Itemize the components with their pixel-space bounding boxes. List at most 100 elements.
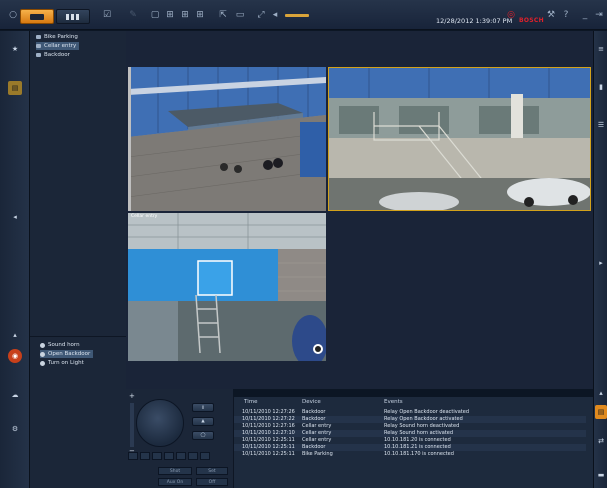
focus-button[interactable]: ⦀ bbox=[192, 403, 214, 412]
expand-panel-icon[interactable]: ▸ bbox=[595, 257, 607, 269]
volume-slider[interactable] bbox=[285, 14, 309, 17]
event-log-tab-icon[interactable]: ▤ bbox=[595, 405, 607, 419]
camera-icon bbox=[36, 44, 41, 48]
datetime-display: 12/28/2012 1:39:07 PM bbox=[436, 17, 513, 25]
circle-icon: ◯ bbox=[200, 433, 206, 438]
exit-icon[interactable]: ⇥ bbox=[594, 10, 604, 20]
relay-icon bbox=[40, 351, 45, 357]
preset-button[interactable] bbox=[188, 452, 198, 460]
menu-dot-icon[interactable]: ○ bbox=[8, 10, 18, 20]
table-row[interactable]: 10/11/2010 12:27:10 Cellar entry Relay S… bbox=[234, 430, 586, 437]
row-device: Cellar entry bbox=[302, 430, 332, 436]
row-event: 10.10.181.20 is connected bbox=[384, 437, 451, 443]
left-tool-strip: ★ ▤ ◂ ▴ ◉ ☁ ⚙ bbox=[0, 31, 30, 488]
right-tool-strip: ≡ ▮ ☰ ▸ ▴ ▤ ⇄ ▬ bbox=[593, 31, 607, 488]
layout-3x3-icon[interactable]: ⊞ bbox=[180, 10, 190, 20]
panel-splitter-icon[interactable]: ▴ bbox=[595, 387, 607, 399]
preset-button[interactable] bbox=[152, 452, 162, 460]
relay-icon bbox=[40, 360, 45, 366]
column-header-device[interactable]: Device bbox=[302, 397, 321, 407]
row-event: Relay Sound horn activated bbox=[384, 430, 454, 436]
row-device: Backdoor bbox=[302, 444, 326, 450]
aux-on-button[interactable]: Aux On bbox=[158, 478, 192, 486]
shot-button[interactable]: Shot bbox=[158, 467, 192, 475]
tree-item[interactable]: Bike Parking bbox=[36, 33, 78, 41]
map-tab-icon[interactable]: ☁ bbox=[9, 389, 21, 401]
checkbox-icon[interactable]: ☑ bbox=[102, 10, 112, 20]
relay-item-label: Sound horn bbox=[48, 342, 80, 348]
iris-button[interactable]: ▲ bbox=[192, 417, 214, 426]
image-pane-area: Cellar entry bbox=[126, 31, 593, 389]
table-row[interactable]: 10/11/2010 12:27:16 Cellar entry Relay S… bbox=[234, 423, 586, 430]
layout-4x4-icon[interactable]: ⊞ bbox=[195, 10, 205, 20]
row-time: 10/11/2010 12:25:11 bbox=[242, 451, 295, 457]
playback-mode-button[interactable] bbox=[56, 9, 90, 24]
camera-tree-tab-icon[interactable]: ▤ bbox=[8, 81, 22, 95]
relay-icon bbox=[40, 342, 45, 348]
tree-item[interactable]: Backdoor bbox=[36, 51, 70, 59]
relay-tab-icon[interactable]: ◉ bbox=[8, 349, 22, 363]
preset-button[interactable] bbox=[164, 452, 174, 460]
layout-2x2-icon[interactable]: ⊞ bbox=[165, 10, 175, 20]
pen-icon[interactable]: ✎ bbox=[128, 10, 138, 20]
screen-icon[interactable]: ▭ bbox=[235, 10, 245, 20]
preset-button[interactable] bbox=[140, 452, 150, 460]
relay-item[interactable]: Sound horn bbox=[40, 341, 80, 349]
row-event: Relay Open Backdoor activated bbox=[384, 416, 463, 422]
focus-icon: ⦀ bbox=[202, 405, 204, 411]
table-row[interactable]: 10/11/2010 12:27:26 Backdoor Relay Open … bbox=[234, 409, 586, 416]
relay-item-label: Turn on Light bbox=[48, 360, 84, 366]
bosch-logo-icon: ◎ bbox=[507, 10, 515, 20]
export-icon[interactable]: ⇄ bbox=[595, 435, 607, 447]
relay-item[interactable]: Open Backdoor bbox=[40, 350, 94, 358]
collapse-panel-icon[interactable]: ◂ bbox=[9, 211, 21, 223]
camera-pane-cellar-entry[interactable]: Cellar entry bbox=[128, 213, 326, 361]
preset-row bbox=[128, 452, 210, 460]
relay-item[interactable]: Turn on Light bbox=[40, 359, 84, 367]
help-icon[interactable]: ? bbox=[561, 10, 571, 20]
audio-icon[interactable]: ◂ bbox=[270, 10, 280, 20]
tree-item-label: Bike Parking bbox=[44, 34, 78, 40]
fullscreen-icon[interactable]: ⤢ bbox=[256, 10, 266, 20]
row-device: Cellar entry bbox=[302, 437, 332, 443]
zoom-button[interactable]: ◯ bbox=[192, 431, 214, 440]
preset-button[interactable] bbox=[128, 452, 138, 460]
table-row[interactable]: 10/11/2010 12:27:22 Backdoor Relay Open … bbox=[234, 416, 586, 423]
preset-button[interactable] bbox=[200, 452, 210, 460]
details-icon[interactable]: ≡ bbox=[595, 43, 607, 55]
panel-splitter-icon[interactable]: ▴ bbox=[9, 329, 21, 341]
pointer-icon[interactable]: ⇱ bbox=[218, 10, 228, 20]
row-event: Relay Open Backdoor deactivated bbox=[384, 409, 469, 415]
camera-tree-panel: Bike Parking Cellar entry Backdoor bbox=[30, 31, 126, 336]
column-header-time[interactable]: Time bbox=[244, 397, 257, 407]
live-mode-button[interactable] bbox=[20, 9, 54, 24]
row-time: 10/11/2010 12:27:16 bbox=[242, 423, 295, 429]
set-button[interactable]: Set bbox=[196, 467, 228, 475]
aux-off-button[interactable]: Off bbox=[196, 478, 228, 486]
zoom-in-button[interactable]: + bbox=[129, 392, 135, 400]
camera-pane-bike-parking[interactable] bbox=[128, 67, 326, 211]
layout-1x1-icon[interactable]: ▢ bbox=[150, 10, 160, 20]
tree-item-label: Cellar entry bbox=[44, 43, 77, 49]
wrench-icon[interactable]: ⚒ bbox=[546, 10, 556, 20]
minimize-icon[interactable]: _ bbox=[580, 10, 590, 20]
zoom-slider[interactable] bbox=[130, 403, 134, 447]
table-row[interactable]: 10/11/2010 12:25:11 Cellar entry 10.10.1… bbox=[234, 437, 586, 444]
ptz-joystick[interactable] bbox=[136, 399, 184, 447]
row-device: Backdoor bbox=[302, 409, 326, 415]
row-time: 10/11/2010 12:25:11 bbox=[242, 437, 295, 443]
camera-icon bbox=[36, 35, 41, 39]
list-icon[interactable]: ☰ bbox=[595, 119, 607, 131]
favorites-star-icon[interactable]: ★ bbox=[9, 43, 21, 55]
disk-icon[interactable]: ▬ bbox=[595, 469, 607, 481]
tree-item-label: Backdoor bbox=[44, 52, 70, 58]
table-row[interactable]: 10/11/2010 12:25:11 Backdoor 10.10.181.2… bbox=[234, 444, 586, 451]
table-row[interactable]: 10/11/2010 12:25:11 Bike Parking 10.10.1… bbox=[234, 451, 586, 458]
tree-item[interactable]: Cellar entry bbox=[36, 42, 80, 50]
preset-button[interactable] bbox=[176, 452, 186, 460]
camera-image bbox=[329, 68, 590, 210]
camera-pane-backdoor[interactable] bbox=[328, 67, 591, 211]
info-icon[interactable]: ▮ bbox=[595, 81, 607, 93]
audio-tab-icon[interactable]: ⚙ bbox=[9, 423, 21, 435]
column-header-events[interactable]: Events bbox=[384, 397, 403, 407]
